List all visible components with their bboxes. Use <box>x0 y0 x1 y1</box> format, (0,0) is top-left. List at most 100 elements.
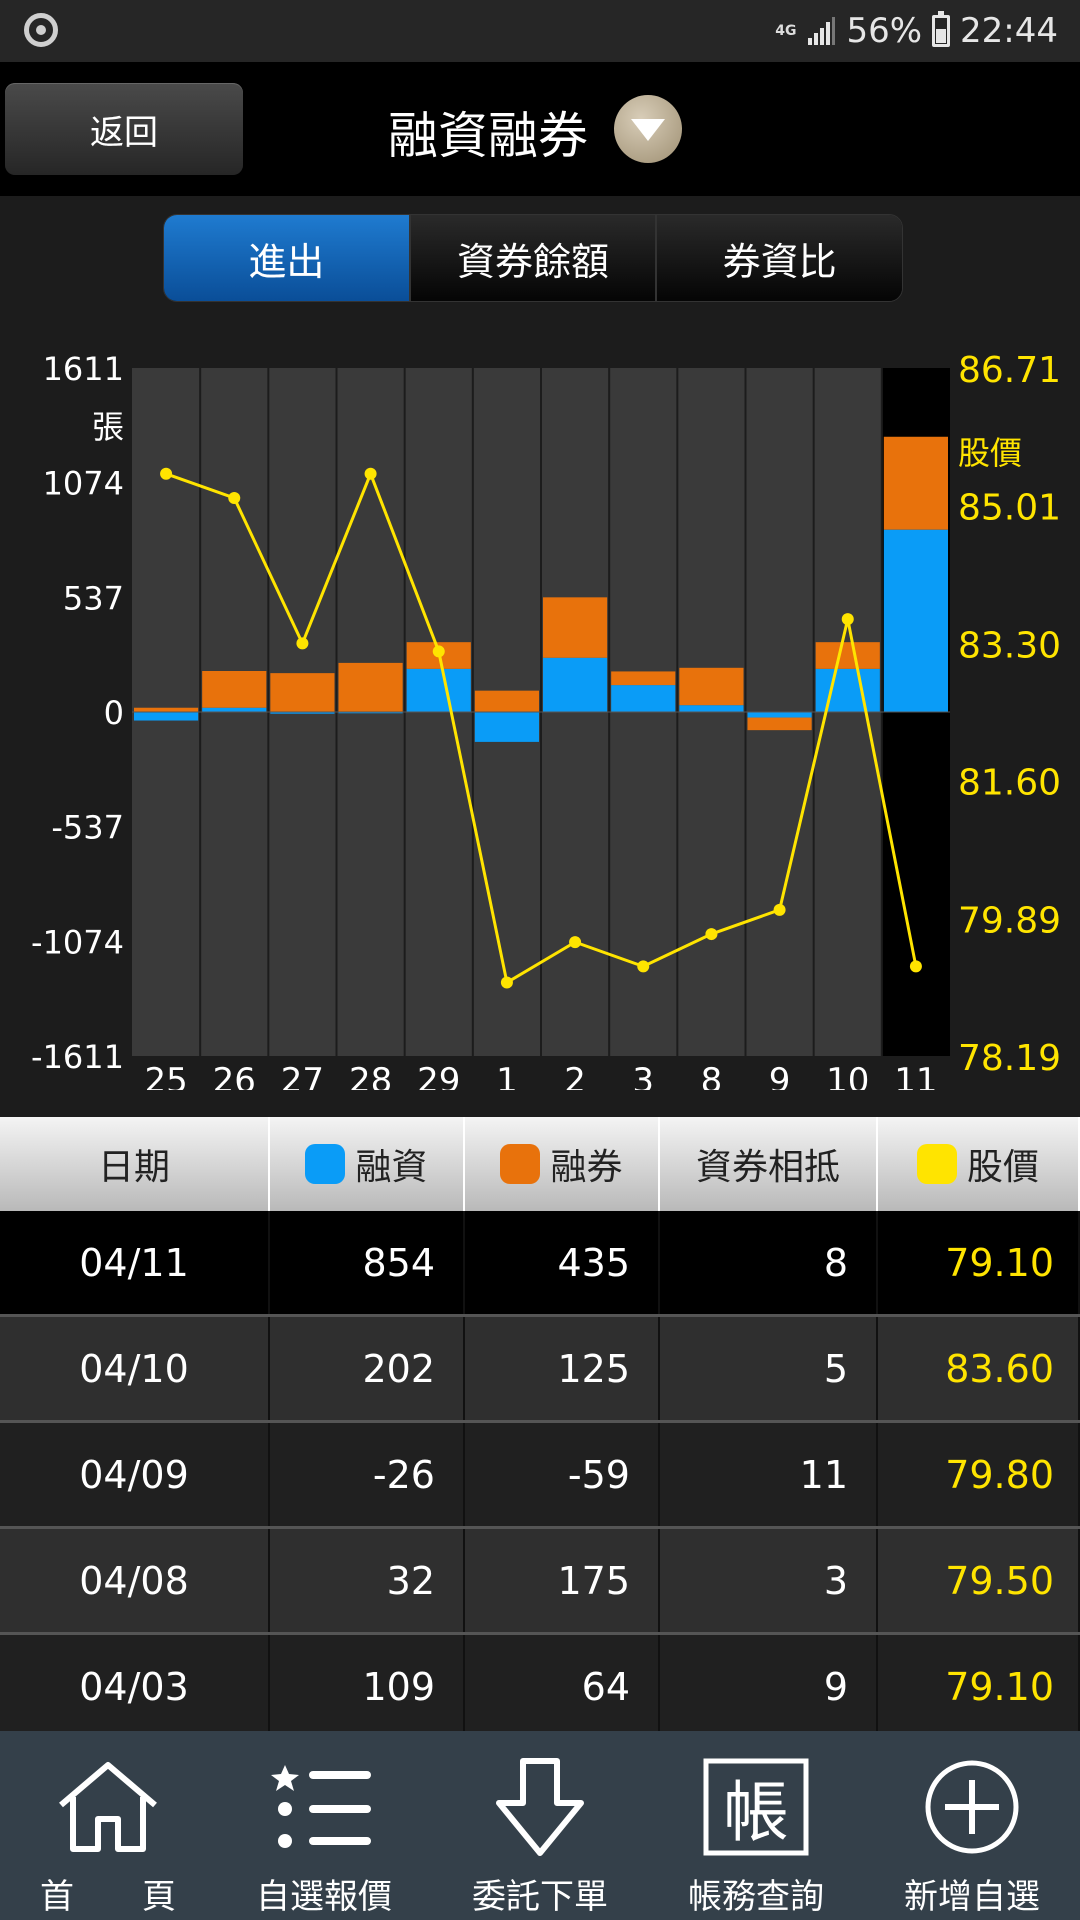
nav-order[interactable]: 委託下單 <box>432 1731 648 1920</box>
table-row[interactable]: 04/10 202 125 5 83.60 <box>0 1317 1080 1423</box>
right-tick-label: 85.01 <box>958 487 1061 528</box>
tab-short-ratio[interactable]: 券資比 <box>657 215 902 301</box>
left-tick-label: 537 <box>63 579 124 617</box>
x-tick-label: 27 <box>281 1061 324 1090</box>
short-swatch <box>500 1144 541 1184</box>
nav-watchlist[interactable]: 自選報價 <box>216 1731 432 1920</box>
bar-margin <box>883 529 948 712</box>
cell-offset: 8 <box>660 1211 878 1314</box>
cell-margin: 202 <box>270 1317 465 1420</box>
x-tick-label: 29 <box>417 1061 460 1090</box>
home-icon <box>53 1757 163 1857</box>
status-bar: 4G 56% 22:44 <box>0 0 1080 62</box>
price-point <box>228 492 241 505</box>
cell-date: 04/03 <box>0 1635 270 1738</box>
cell-price: 79.50 <box>878 1529 1080 1632</box>
column-header-margin[interactable]: 融資 <box>270 1117 465 1211</box>
price-swatch <box>916 1144 957 1184</box>
battery-percent: 56% <box>846 11 923 51</box>
bar-short <box>679 667 744 706</box>
price-point <box>569 936 582 949</box>
bar-short <box>815 642 880 669</box>
cell-date: 04/10 <box>0 1317 270 1420</box>
cell-margin: 32 <box>270 1529 465 1632</box>
column-header-offset[interactable]: 資券相抵 <box>660 1117 878 1211</box>
cell-date: 04/11 <box>0 1211 270 1314</box>
bar-margin <box>747 712 812 718</box>
nav-add-watch[interactable]: 新增自選 <box>864 1731 1080 1920</box>
cell-margin: 109 <box>270 1635 465 1738</box>
price-point <box>841 613 854 626</box>
x-tick-label: 10 <box>826 1061 869 1090</box>
cell-short: 175 <box>465 1529 660 1632</box>
header-margin-label: 融資 <box>355 1147 428 1188</box>
cell-offset: 9 <box>660 1635 878 1738</box>
price-point <box>296 637 309 650</box>
table-row[interactable]: 04/03 109 64 9 79.10 <box>0 1635 1080 1741</box>
battery-icon <box>932 11 951 47</box>
nav-account[interactable]: 帳 帳務查詢 <box>648 1731 864 1920</box>
data-table: 04/11 854 435 8 79.10 04/10 202 125 5 83… <box>0 1211 1080 1741</box>
cell-price: 79.10 <box>878 1211 1080 1314</box>
x-tick-label: 11 <box>894 1061 937 1090</box>
left-axis-unit: 張 <box>92 408 124 446</box>
bar-short <box>611 671 676 686</box>
header-short-label: 融券 <box>550 1147 623 1188</box>
right-tick-label: 86.71 <box>958 350 1061 391</box>
signal-icon <box>808 17 836 45</box>
bar-short <box>134 707 199 712</box>
left-tick-label: -537 <box>51 809 124 847</box>
price-point <box>637 960 650 973</box>
cell-date: 04/09 <box>0 1423 270 1526</box>
cell-offset: 5 <box>660 1317 878 1420</box>
left-tick-label: 1611 <box>43 350 124 388</box>
order-icon <box>485 1757 595 1857</box>
app-header: 返回 融資融券 <box>0 62 1080 196</box>
price-point <box>432 645 445 658</box>
bar-margin <box>202 707 267 712</box>
nav-home[interactable]: 首 頁 <box>0 1731 216 1920</box>
header-offset-label: 資券相抵 <box>695 1147 840 1188</box>
column-header-price[interactable]: 股價 <box>878 1117 1080 1211</box>
table-row[interactable]: 04/08 32 175 3 79.50 <box>0 1529 1080 1635</box>
table-header: 日期 融資 融券 資券相抵 股價 <box>0 1117 1080 1211</box>
bar-margin <box>406 668 471 712</box>
svg-text:帳: 帳 <box>723 1774 789 1851</box>
bar-short <box>543 597 608 658</box>
nav-account-label: 帳務查詢 <box>688 1877 824 1917</box>
bar-short <box>202 671 267 708</box>
table-row[interactable]: 04/09 -26 -59 11 79.80 <box>0 1423 1080 1529</box>
chevron-down-icon[interactable] <box>614 95 682 163</box>
clock: 22:44 <box>960 11 1058 51</box>
column-header-date[interactable]: 日期 <box>0 1117 270 1211</box>
x-tick-label: 3 <box>632 1061 654 1090</box>
bar-short <box>338 662 403 712</box>
bar-short <box>270 673 335 712</box>
header-price-label: 股價 <box>966 1147 1039 1188</box>
back-button[interactable]: 返回 <box>5 83 243 175</box>
cell-price: 83.60 <box>878 1317 1080 1420</box>
table-row[interactable]: 04/11 854 435 8 79.10 <box>0 1211 1080 1317</box>
left-tick-label: -1074 <box>31 923 124 961</box>
bar-margin <box>679 705 744 712</box>
margin-swatch <box>305 1144 346 1184</box>
price-point <box>160 467 173 480</box>
column-header-short[interactable]: 融券 <box>465 1117 660 1211</box>
x-tick-label: 25 <box>144 1061 187 1090</box>
price-point <box>773 903 786 916</box>
nav-watchlist-label: 自選報價 <box>256 1877 392 1917</box>
cell-short: -59 <box>465 1423 660 1526</box>
cell-offset: 3 <box>660 1529 878 1632</box>
app-notification-icon <box>24 13 58 47</box>
cell-price: 79.10 <box>878 1635 1080 1738</box>
tab-in-out[interactable]: 進出 <box>164 215 411 301</box>
margin-chart[interactable]: 1611 1074 537 0 -537 -1074 -1611 張 86.71 85.01 83.… <box>0 340 1080 1090</box>
right-tick-label: 83.30 <box>958 625 1061 666</box>
bar-short <box>747 717 812 731</box>
x-tick-label: 9 <box>769 1061 791 1090</box>
nav-add-watch-label: 新增自選 <box>904 1877 1040 1917</box>
price-point <box>500 976 513 989</box>
nav-order-label: 委託下單 <box>472 1877 608 1917</box>
tab-balance[interactable]: 資券餘額 <box>410 215 658 301</box>
bar-margin <box>815 668 880 712</box>
